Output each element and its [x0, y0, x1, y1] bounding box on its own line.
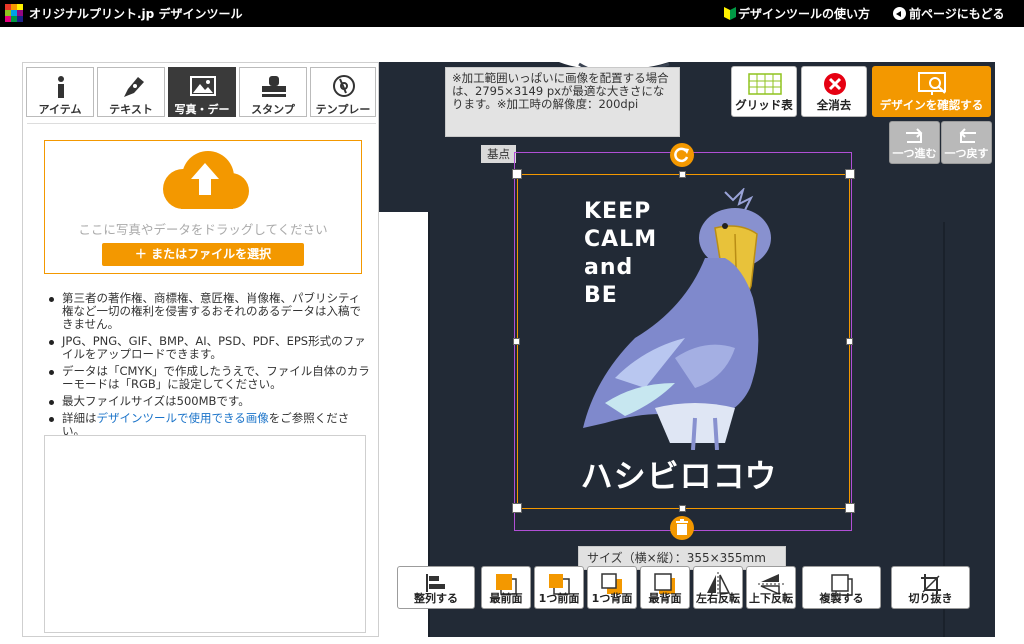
send-to-back-button[interactable]: 最背面: [640, 566, 690, 609]
flip-h-label: 左右反転: [696, 592, 740, 605]
clear-x-icon: [824, 73, 846, 95]
duplicate-button[interactable]: 複製する: [802, 566, 881, 609]
confirm-label: デザインを確認する: [879, 98, 984, 112]
forward-label: 1つ前面: [538, 592, 580, 605]
crop-label: 切り抜き: [908, 592, 953, 605]
align-button[interactable]: 整列する: [397, 566, 475, 609]
pen-icon: [124, 77, 144, 97]
usable-images-link[interactable]: デザインツールで使用できる画像: [97, 411, 269, 425]
bring-forward-button[interactable]: 1つ前面: [534, 566, 584, 609]
undo-label: 一つ戻す: [944, 147, 989, 160]
trash-icon: [676, 519, 688, 535]
resize-handle-e[interactable]: [846, 338, 853, 345]
send-backward-button[interactable]: 1つ背面: [587, 566, 637, 609]
logo-cube-icon: [5, 4, 23, 22]
tab-label: テンプレー: [315, 103, 371, 116]
tab-label: アイテム: [38, 103, 82, 116]
print-area-info: ※加工範囲いっぱいに画像を配置する場合は、2795×3149 pxが最適な大きさ…: [445, 67, 680, 137]
info-icon: [58, 76, 64, 98]
note-item: 第三者の著作権、商標権、意匠権、肖像権、パブリシティ権など一切の権利を侵害するお…: [45, 292, 370, 331]
cloud-upload-icon: [163, 151, 249, 209]
choose-file-button[interactable]: ＋ またはファイルを選択: [102, 243, 304, 266]
tab-label: スタンプ: [251, 103, 295, 116]
design-line: CALM: [584, 227, 658, 252]
monitor-search-icon: [918, 72, 946, 95]
redo-label: 一つ進む: [892, 147, 937, 160]
howto-link[interactable]: デザインツールの使い方: [724, 5, 870, 22]
tab-item[interactable]: アイテム: [26, 67, 94, 117]
crop-button[interactable]: 切り抜き: [891, 566, 970, 609]
front-label: 最前面: [489, 592, 523, 605]
left-panel: アイテム テキスト 写真・デー スタンプ テンプレー ここに写真やデータをドラッ…: [22, 62, 379, 637]
upload-dropzone[interactable]: ここに写真やデータをドラッグしてください ＋ またはファイルを選択: [44, 140, 362, 274]
tab-label: 写真・デー: [174, 103, 230, 116]
howto-label: デザインツールの使い方: [738, 7, 871, 21]
uploaded-files-list[interactable]: [44, 435, 366, 633]
redo-button[interactable]: 一つ進む: [889, 121, 940, 164]
duplicate-label: 複製する: [819, 592, 864, 605]
upload-notes: 第三者の著作権、商標権、意匠権、肖像権、パブリシティ権など一切の権利を侵害するお…: [45, 292, 370, 442]
note-text: 詳細は: [62, 411, 97, 425]
undo-icon: [959, 128, 976, 143]
design-keep-calm-text: KEEP CALM and BE: [584, 198, 657, 310]
header-bar: オリジナルプリント.jp デザインツール デザインツールの使い方 前ページにもど…: [0, 0, 1024, 27]
beginner-mark-icon: [724, 7, 736, 20]
app-title: オリジナルプリント.jp デザインツール: [29, 7, 243, 21]
back-arrow-icon: [893, 7, 906, 20]
tab-text[interactable]: テキスト: [97, 67, 165, 117]
resize-handle-nw[interactable]: [512, 169, 522, 179]
resize-handle-w[interactable]: [513, 338, 520, 345]
grid-toggle-button[interactable]: グリッド表: [731, 66, 797, 117]
photo-icon: [190, 76, 216, 96]
confirm-design-button[interactable]: デザインを確認する: [872, 66, 991, 117]
flip-horizontal-button[interactable]: 左右反転: [693, 566, 743, 609]
note-item: 最大ファイルサイズは500MBです。: [45, 395, 370, 408]
rotate-handle[interactable]: [670, 143, 694, 167]
tab-template[interactable]: テンプレー: [310, 67, 376, 117]
note-item: データは「CMYK」で作成したうえで、ファイル自体のカラーモードは「RGB」に設…: [45, 365, 370, 391]
bring-to-front-button[interactable]: 最前面: [481, 566, 531, 609]
resize-handle-n[interactable]: [679, 171, 686, 178]
design-line: BE: [584, 283, 618, 308]
design-kana-text: ハシビロコウ: [580, 457, 778, 495]
tab-stamp[interactable]: スタンプ: [239, 67, 307, 117]
back-label: 前ページにもどる: [909, 7, 1005, 21]
back-label: 最背面: [648, 592, 682, 605]
design-line: KEEP: [584, 199, 652, 224]
resize-handle-sw[interactable]: [512, 503, 522, 513]
rotate-icon: [674, 147, 689, 163]
design-line: and: [584, 255, 634, 280]
tab-photo[interactable]: 写真・デー: [168, 67, 236, 117]
origin-label: 基点: [481, 145, 516, 163]
stamp-icon: [262, 76, 286, 97]
template-icon: [333, 75, 355, 97]
clear-label: 全消去: [816, 98, 852, 112]
grid-icon: [748, 73, 782, 95]
grid-label: グリッド表: [735, 98, 793, 112]
clear-all-button[interactable]: 全消去: [801, 66, 867, 117]
undo-button[interactable]: 一つ戻す: [941, 121, 992, 164]
note-item: JPG、PNG、GIF、BMP、AI、PSD、PDF、EPS形式のファイルをアッ…: [45, 335, 370, 361]
align-label: 整列する: [414, 592, 458, 605]
backward-label: 1つ背面: [591, 592, 633, 605]
redo-icon: [906, 128, 923, 143]
flip-vertical-button[interactable]: 上下反転: [746, 566, 796, 609]
resize-handle-s[interactable]: [679, 505, 686, 512]
tab-label: テキスト: [109, 103, 153, 116]
drop-hint: ここに写真やデータをドラッグしてください: [78, 222, 328, 237]
flip-v-label: 上下反転: [749, 592, 793, 605]
back-link[interactable]: 前ページにもどる: [893, 5, 1005, 22]
resize-handle-se[interactable]: [845, 503, 855, 513]
delete-button[interactable]: [670, 516, 694, 540]
photo-panel: ここに写真やデータをドラッグしてください ＋ またはファイルを選択 第三者の著作…: [27, 123, 376, 633]
resize-handle-ne[interactable]: [845, 169, 855, 179]
